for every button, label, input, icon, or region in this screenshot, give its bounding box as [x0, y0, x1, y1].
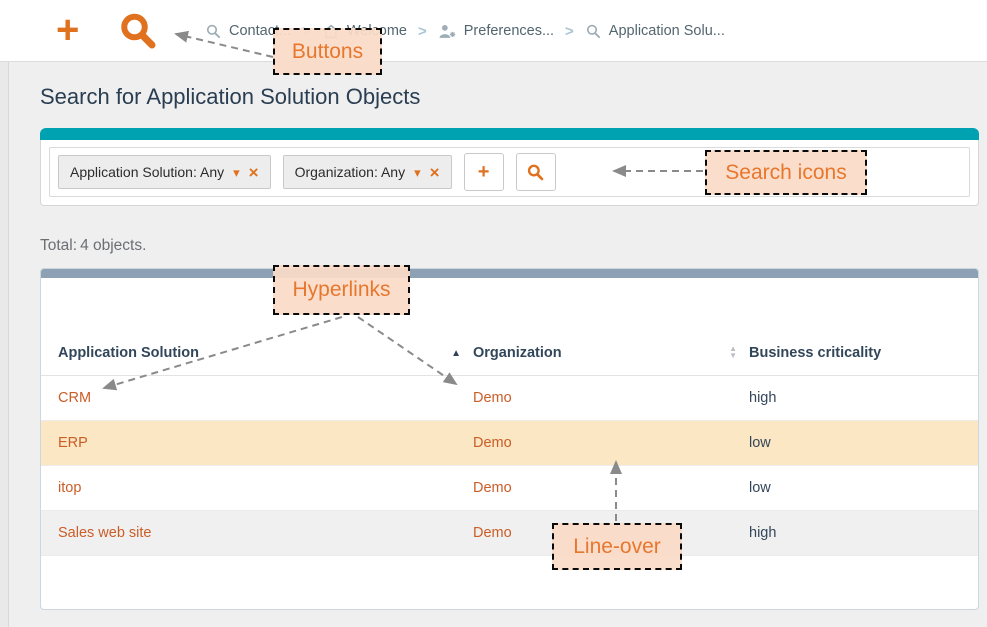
breadcrumb-label: Application Solu...: [609, 23, 725, 39]
chevron-right-icon: >: [565, 23, 574, 40]
chevron-down-icon[interactable]: ▾: [233, 166, 240, 179]
app-solution-link[interactable]: Sales web site: [58, 525, 152, 541]
organization-link[interactable]: Demo: [473, 480, 512, 496]
breadcrumb-item-application-solution[interactable]: Application Solu...: [585, 23, 725, 40]
annotation-buttons: Buttons: [273, 28, 382, 75]
annotation-search-icons: Search icons: [705, 150, 867, 195]
organization-link[interactable]: Demo: [473, 390, 512, 406]
chevron-right-icon: >: [418, 23, 427, 40]
app-solution-link[interactable]: ERP: [58, 435, 88, 451]
column-header-application-solution[interactable]: Application Solution ▲: [58, 345, 473, 375]
business-criticality-value: low: [749, 480, 978, 496]
breadcrumb-item-preferences[interactable]: Preferences...: [438, 23, 554, 40]
search-icon: [118, 11, 158, 51]
table-top-bar: [41, 269, 978, 278]
business-criticality-value: high: [749, 390, 978, 406]
business-criticality-value: low: [749, 435, 978, 451]
total-label: Total:: [40, 237, 77, 254]
remove-filter-icon[interactable]: ×: [430, 166, 440, 179]
column-header-business-criticality[interactable]: Business criticality: [749, 345, 978, 375]
run-search-button[interactable]: [516, 153, 556, 191]
search-icon: [585, 23, 602, 40]
add-criterion-button[interactable]: +: [464, 153, 504, 191]
app-solution-link[interactable]: itop: [58, 480, 81, 496]
table-header-row: Application Solution ▲ Organization ▲ ▼ …: [41, 278, 978, 376]
filter-chip-label: Application Solution: Any: [70, 164, 224, 180]
search-panel-accent-bar: [40, 128, 979, 140]
filter-chip-application-solution[interactable]: Application Solution: Any ▾ ×: [58, 155, 271, 189]
business-criticality-value: high: [749, 525, 978, 541]
global-search-button[interactable]: [118, 11, 158, 51]
column-header-organization[interactable]: Organization ▲ ▼: [473, 345, 749, 375]
annotation-hyperlinks: Hyperlinks: [273, 265, 410, 315]
collapsed-sidebar-edge[interactable]: [0, 62, 9, 627]
table-row-sales-web-site[interactable]: Sales web site Demo high: [41, 511, 978, 556]
annotation-line-over: Line-over: [552, 523, 682, 570]
total-value: 4 objects.: [80, 237, 146, 254]
results-total: Total:4 objects.: [40, 237, 146, 255]
organization-link[interactable]: Demo: [473, 525, 512, 541]
table-row-itop[interactable]: itop Demo low: [41, 466, 978, 511]
plus-icon: +: [478, 162, 490, 182]
table-row-erp-hovered[interactable]: ERP Demo low: [41, 421, 978, 466]
chevron-down-icon[interactable]: ▾: [414, 166, 421, 179]
page-title: Search for Application Solution Objects: [40, 84, 420, 110]
organization-link[interactable]: Demo: [473, 435, 512, 451]
sort-unsorted-icon[interactable]: ▲ ▼: [729, 346, 737, 360]
results-table: Application Solution ▲ Organization ▲ ▼ …: [40, 268, 979, 610]
app-solution-link[interactable]: CRM: [58, 390, 91, 406]
top-toolbar: + Contact... > Welcome: [0, 0, 987, 62]
search-icon: [526, 163, 545, 182]
filter-chip-organization[interactable]: Organization: Any ▾ ×: [283, 155, 452, 189]
new-object-button[interactable]: +: [56, 6, 79, 54]
user-gear-icon: [438, 23, 457, 40]
remove-filter-icon[interactable]: ×: [249, 166, 259, 179]
breadcrumb-label: Preferences...: [464, 23, 554, 39]
table-row-crm[interactable]: CRM Demo high: [41, 376, 978, 421]
itop-search-screen: + Contact... > Welcome: [0, 0, 987, 627]
search-icon: [205, 23, 222, 40]
filter-chip-label: Organization: Any: [295, 164, 406, 180]
sort-ascending-icon[interactable]: ▲: [451, 348, 461, 359]
